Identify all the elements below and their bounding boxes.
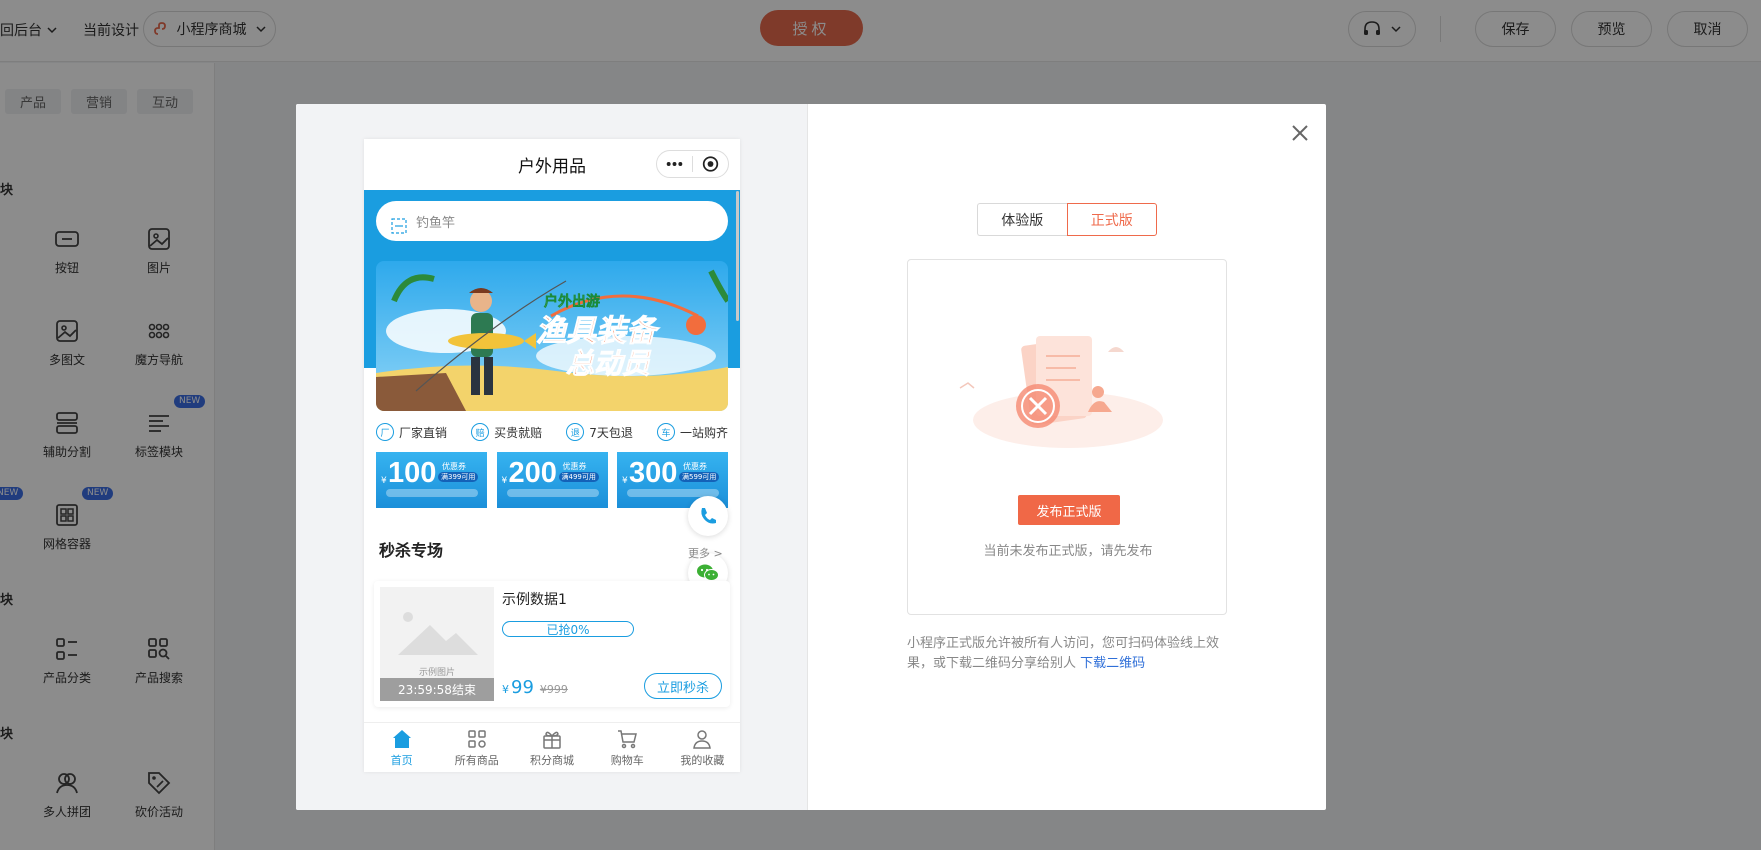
user-icon [693,729,712,749]
capsule-menu[interactable] [656,150,729,178]
download-qr-link[interactable]: 下载二维码 [1080,656,1145,671]
coupon-bar [386,489,478,497]
nav-label: 我的收藏 [680,753,725,767]
coupon-card[interactable]: ¥ 100 优惠券 满399可用 [376,452,487,508]
banner-tag: 户外出游 [544,293,600,310]
cart-icon [618,729,638,748]
tab-trial-version[interactable]: 体验版 [977,203,1067,236]
original-price: ¥999 [539,683,568,696]
flash-sale-product-card[interactable]: 示例图片 23:59:58结束 示例数据1 已抢0% ¥ 99 ¥999 立即秒… [374,581,730,707]
search-placeholder: 钓鱼竿 [416,215,456,231]
product-image-text: 示例图片 [418,668,455,678]
qr-code-box: 发布正式版 当前未发布正式版，请先发布 [907,259,1227,615]
phone-call-button[interactable] [688,496,728,536]
feature-label: 厂家直销 [399,425,448,440]
buy-now-button[interactable]: 立即秒杀 [644,673,722,699]
phone-header: 户外用品 [364,139,740,190]
nav-all-products[interactable]: 所有商品 [439,723,514,772]
compensate-icon: 赔 [471,423,490,441]
coupon-currency: ¥ [381,476,387,486]
coupon-condition: 满499可用 [558,472,599,482]
publish-release-button[interactable]: 发布正式版 [1018,495,1120,525]
banner-headline-1: 渔具装备 [536,314,660,349]
tab-release-version[interactable]: 正式版 [1066,203,1157,236]
cart-icon: 车 [656,423,675,441]
coupon-row: ¥ 100 优惠券 满399可用 ¥ 200 优惠券 满499可用 ¥ 300 … [376,452,728,508]
not-published-illustration [959,336,1163,448]
nav-label: 积分商城 [530,753,574,767]
flash-sale-title: 秒杀专场 [379,541,444,560]
feature-item: 退 7天包退 [566,423,633,441]
price-value: 99 [511,677,534,698]
grid-icon [468,729,486,748]
banner-illustration: 户外出游 渔具装备 总动员 [376,261,728,411]
gift-icon [543,731,561,749]
release-description-text: 小程序正式版允许被所有人访问，您可扫码体验线上效果，或下载二维码分享给别人 [907,636,1220,671]
return-icon: 退 [566,423,585,441]
factory-icon: 厂 [376,423,394,441]
nav-favorites[interactable]: 我的收藏 [665,723,740,772]
product-price: ¥ 99 ¥999 [502,677,568,698]
coupon-currency: ¥ [622,476,628,486]
nav-label: 所有商品 [454,753,499,767]
home-icon [392,729,411,748]
phone-preview[interactable]: 户外用品 钓鱼竿 户外出游 渔具装备 总动员 厂 厂家直销 赔 买贵就赔 退 7… [364,139,740,772]
nav-label: 购物车 [610,753,644,767]
nav-cart[interactable]: 购物车 [590,723,665,772]
scan-icon [391,218,407,234]
product-image: 示例图片 23:59:58结束 [380,587,494,701]
coupon-condition: 满399可用 [438,472,479,482]
coupon-amount: 200 [508,457,557,489]
feature-label: 买贵就赔 [494,425,543,440]
coupon-condition: 满599可用 [679,472,720,482]
feature-item: 赔买贵就赔 [471,423,542,441]
version-switch: 体验版 正式版 [977,203,1157,236]
product-name: 示例数据1 [502,592,567,608]
nav-home[interactable]: 首页 [364,723,439,772]
publish-modal: 户外用品 钓鱼竿 户外出游 渔具装备 总动员 厂 厂家直销 赔 买贵就赔 退 7… [296,104,1326,810]
price-currency: ¥ [502,683,509,696]
feature-item: 厂厂家直销 [376,423,447,441]
coupon-card[interactable]: ¥ 200 优惠券 满499可用 [496,452,608,508]
countdown-timer: 23:59:58结束 [380,678,494,701]
feature-label: 一站购齐 [679,425,728,440]
close-target-icon [702,156,719,172]
banner-image[interactable]: 户外出游 渔具装备 总动员 [376,261,728,411]
not-published-hint: 当前未发布正式版，请先发布 [983,544,1153,559]
phone-icon [701,508,716,524]
feature-label: 7天包退 [589,425,633,440]
coupon-amount: 300 [629,457,678,489]
feature-strip: 厂厂家直销 赔买贵就赔 退 7天包退 车一站购齐 [376,419,728,445]
sold-progress: 已抢0% [502,621,634,637]
feature-item: 车一站购齐 [656,423,728,441]
nav-points-mall[interactable]: 积分商城 [514,723,589,772]
coupon-currency: ¥ [501,476,508,486]
search-input[interactable]: 钓鱼竿 [376,201,728,241]
more-dots-icon [666,162,683,166]
coupon-type: 优惠券 [442,462,466,471]
flash-sale-more-link[interactable]: 更多 > [688,545,723,561]
nav-label: 首页 [390,753,413,767]
banner-headline-2: 总动员 [566,347,652,380]
phone-preview-area: 户外用品 钓鱼竿 户外出游 渔具装备 总动员 厂 厂家直销 赔 买贵就赔 退 7… [296,104,808,810]
bottom-nav: 首页 所有商品 积分商城 购物车 我的收藏 [364,722,740,772]
coupon-type: 优惠券 [683,462,707,471]
coupon-amount: 100 [388,457,437,489]
coupon-type: 优惠券 [562,462,587,471]
release-description: 小程序正式版允许被所有人访问，您可扫码体验线上效果，或下载二维码分享给别人 下载… [907,634,1237,674]
phone-scrollbar[interactable] [736,191,739,321]
coupon-bar [506,489,599,497]
close-icon[interactable] [1286,119,1314,147]
